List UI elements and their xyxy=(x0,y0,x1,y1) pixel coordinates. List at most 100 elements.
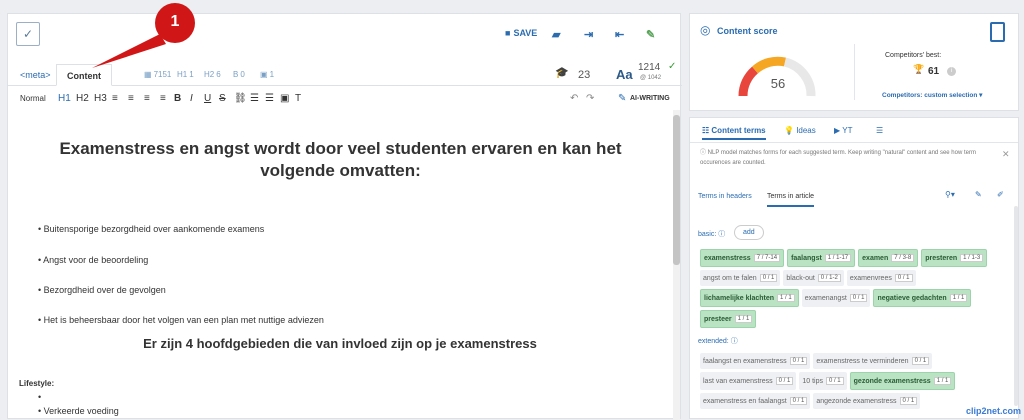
term-chip[interactable]: examenstress te verminderen 0 / 1 xyxy=(813,353,933,369)
h1-button[interactable]: H1 xyxy=(58,90,71,108)
format-toolbar: Normal H1 H2 H3 ≡ ≡ ≡ ≡ B I U S ⛓ ☰ ☰ ▣ … xyxy=(8,90,682,108)
h2-button[interactable]: H2 xyxy=(76,90,89,108)
term-count: 1 / 1-17 xyxy=(824,254,852,262)
save-button[interactable]: ■ SAVE xyxy=(505,28,537,38)
term-chip[interactable]: examenangst 0 / 1 xyxy=(801,289,871,307)
term-chip[interactable]: angst om te falen 0 / 1 xyxy=(700,270,781,286)
term-label: faalangst xyxy=(791,254,822,262)
term-label: examenvrees xyxy=(849,274,892,282)
font-size-icon: Aa xyxy=(616,67,633,82)
term-chip[interactable]: last van examenstress 0 / 1 xyxy=(700,372,797,390)
clipboard-icon[interactable] xyxy=(990,22,1005,42)
competitors-selection[interactable]: Competitors: custom selection ▾ xyxy=(882,91,982,99)
undo-icon[interactable]: ↶ xyxy=(570,90,578,108)
align-left-icon[interactable]: ≡ xyxy=(112,90,118,108)
strike-button[interactable]: S xyxy=(219,90,226,108)
term-count: 0 / 1-2 xyxy=(817,274,841,282)
stat-h2: H2 6 xyxy=(204,70,221,79)
term-chip[interactable]: gezonde examenstress 1 / 1 xyxy=(849,372,956,390)
style-select[interactable]: Normal xyxy=(20,90,46,108)
term-count: 0 / 1 xyxy=(894,274,913,282)
term-count: 0 / 1 xyxy=(759,274,778,282)
edit-icon[interactable]: ✐ xyxy=(997,190,1004,199)
divider xyxy=(690,142,1018,143)
term-chip[interactable]: examenvrees 0 / 1 xyxy=(846,270,916,286)
tab-meta[interactable]: <meta> xyxy=(10,64,61,86)
term-chip[interactable]: lichamelijke klachten 1 / 1 xyxy=(700,289,799,307)
terms-panel: ☷ Content terms 💡 Ideas ▶ YT ☰ ⓘ NLP mod… xyxy=(689,117,1019,419)
settings-icon[interactable]: ☰ xyxy=(876,126,883,135)
nlp-info: ⓘ NLP model matches forms for each sugge… xyxy=(700,150,976,166)
term-label: faalangst en examenstress xyxy=(703,357,787,365)
bullet-list-icon[interactable]: ☰ xyxy=(265,90,274,108)
list-item: • Buitensporige bezorgdheid over aankome… xyxy=(38,224,265,234)
tab-ideas[interactable]: 💡 Ideas xyxy=(784,126,816,135)
image-icon[interactable]: ▣ xyxy=(280,90,289,108)
term-label: presteren xyxy=(925,254,958,262)
word-count-sub: @ 1042 xyxy=(640,75,662,81)
term-chip[interactable]: faalangst 1 / 1-17 xyxy=(787,249,856,267)
term-chip[interactable]: examenstress 7 / 7-14 xyxy=(700,249,785,267)
search-filter-icon[interactable]: ⚲▾ xyxy=(945,190,955,199)
stat-h1: H1 1 xyxy=(177,70,194,79)
subtab-headers[interactable]: Terms in headers xyxy=(698,193,752,200)
redo-icon[interactable]: ↷ xyxy=(586,90,594,108)
term-label: last van examenstress xyxy=(703,377,773,385)
competitors-label: Competitors' best: xyxy=(885,52,942,59)
list-item: • xyxy=(38,392,42,402)
ai-writing-button[interactable]: AI-WRITING xyxy=(630,90,670,108)
subtab-article[interactable]: Terms in article xyxy=(767,193,815,207)
italic-button[interactable]: I xyxy=(190,90,193,108)
magic-icon[interactable]: ✎ xyxy=(646,28,655,41)
extended-label: extended: ⓘ xyxy=(698,338,738,345)
scrollbar[interactable] xyxy=(673,110,680,420)
check-icon[interactable]: ✓ xyxy=(16,22,40,46)
add-term-button[interactable]: add xyxy=(734,225,764,240)
terms-scrollbar[interactable] xyxy=(1014,206,1018,406)
term-label: presteer xyxy=(704,315,732,323)
term-chip[interactable]: examen 7 / 3-8 xyxy=(858,249,919,267)
ordered-list-icon[interactable]: ☰ xyxy=(250,90,259,108)
grade-value: 23 xyxy=(578,69,591,81)
basic-label: basic: ⓘ xyxy=(698,231,726,238)
term-chip[interactable]: examenstress en faalangst 0 / 1 xyxy=(700,393,811,409)
folder-icon[interactable]: ▰ xyxy=(552,28,560,41)
tab-yt[interactable]: ▶ YT xyxy=(834,126,852,135)
info-icon[interactable]: i xyxy=(947,67,956,76)
scroll-thumb[interactable] xyxy=(673,115,680,265)
underline-button[interactable]: U xyxy=(204,90,211,108)
import-icon[interactable]: ⇤ xyxy=(615,28,624,41)
close-icon[interactable]: ✕ xyxy=(1002,149,1010,160)
align-center-icon[interactable]: ≡ xyxy=(128,90,134,108)
align-justify-icon[interactable]: ≡ xyxy=(160,90,166,108)
editor-panel: ✓ ■ SAVE ▰ ⇥ ⇤ ✎ <meta> Content ▦ 7151 H1… xyxy=(7,13,682,420)
align-right-icon[interactable]: ≡ xyxy=(144,90,150,108)
pen-icon[interactable]: ✎ xyxy=(975,190,982,199)
stat-chars: ▦ 7151 xyxy=(144,70,172,79)
term-chip[interactable]: black-out 0 / 1-2 xyxy=(783,270,844,286)
clear-format-icon[interactable]: T xyxy=(295,90,301,108)
link-icon[interactable]: ⛓ xyxy=(234,90,247,108)
h3-button[interactable]: H3 xyxy=(94,90,107,108)
term-chip[interactable]: faalangst en examenstress 0 / 1 xyxy=(700,353,811,369)
term-chip[interactable]: angezonde examenstress 0 / 1 xyxy=(813,393,921,409)
tab-content-terms[interactable]: ☷ Content terms xyxy=(702,126,766,140)
term-label: angezonde examenstress xyxy=(816,397,897,405)
bold-button[interactable]: B xyxy=(174,90,181,108)
term-chip[interactable]: presteer 1 / 1 xyxy=(700,310,757,328)
term-label: examenstress te verminderen xyxy=(816,357,909,365)
term-count: 0 / 1 xyxy=(899,397,918,405)
target-icon: ◎ xyxy=(700,23,711,37)
term-chip[interactable]: negatieve gedachten 1 / 1 xyxy=(873,289,972,307)
term-label: examen xyxy=(862,254,889,262)
watermark: clip2net.com xyxy=(966,406,1022,416)
term-label: 10 tips xyxy=(802,377,823,385)
document-body[interactable]: Examenstress en angst wordt door veel st… xyxy=(8,110,672,420)
term-count: 0 / 1 xyxy=(775,377,794,385)
term-chip[interactable]: 10 tips 0 / 1 xyxy=(799,372,847,390)
term-chip[interactable]: presteren 1 / 1-3 xyxy=(921,249,988,267)
score-value: 56 xyxy=(770,76,786,91)
list-item: • Bezorgdheid over de gevolgen xyxy=(38,285,166,295)
term-label: gezonde examenstress xyxy=(853,377,931,385)
export-icon[interactable]: ⇥ xyxy=(584,28,593,41)
